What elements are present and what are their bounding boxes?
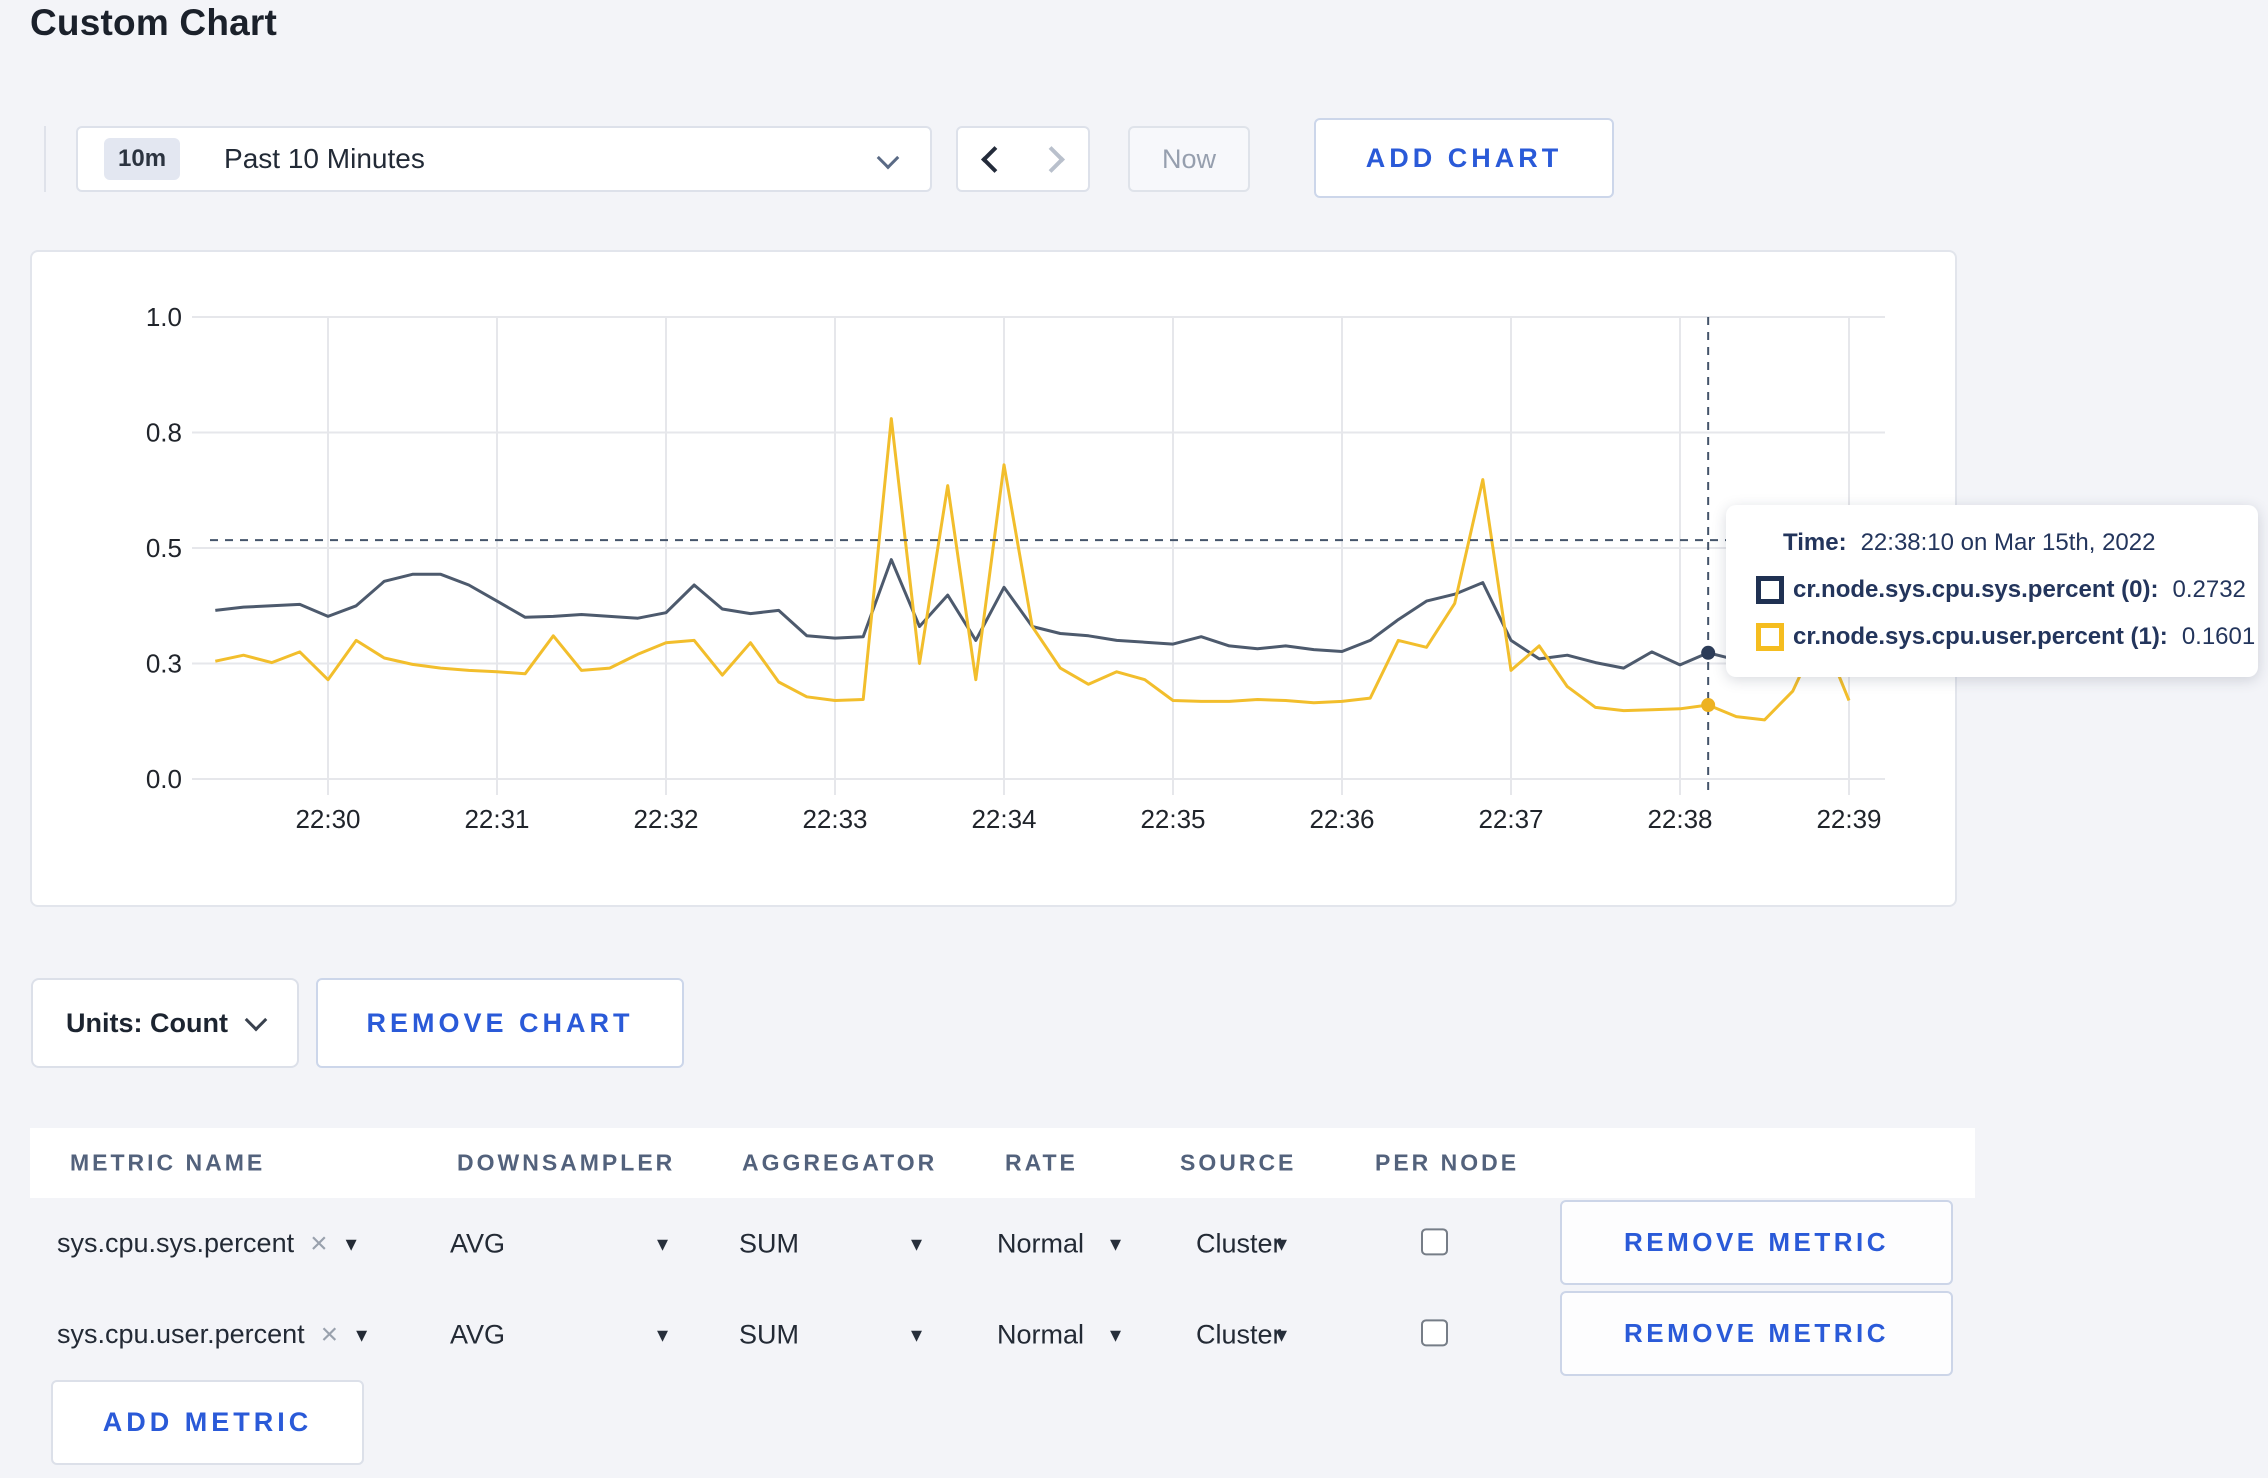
rate-select[interactable]: Normal — [997, 1228, 1084, 1259]
series-line — [214, 417, 1851, 722]
per-node-checkbox[interactable] — [1421, 1318, 1448, 1346]
x-axis-tick-label: 22:35 — [1140, 804, 1205, 834]
y-axis-tick-label: 0.8 — [146, 418, 182, 448]
x-axis-tick-label: 22:32 — [633, 804, 698, 834]
per-node-checkbox[interactable] — [1421, 1227, 1448, 1255]
column-header: DOWNSAMPLER — [457, 1149, 676, 1176]
timeseries-chart[interactable]: 0.0 0.3 0.5 0.8 1.0 22:30 22:31 22:32 22:33 22:34… — [32, 252, 1959, 909]
source-select[interactable]: Cluster — [1196, 1228, 1282, 1259]
time-back-button[interactable] — [956, 126, 1024, 192]
series-line — [215, 558, 1850, 670]
x-axis-tick-label: 22:38 — [1647, 804, 1712, 834]
tooltip-time-label: Time: — [1783, 528, 1847, 556]
units-select[interactable]: Units: Count — [31, 978, 299, 1068]
remove-metric-button[interactable]: REMOVE METRIC — [1560, 1291, 1953, 1376]
chevron-right-icon — [1037, 145, 1065, 173]
x-axis-tick-label: 22:31 — [464, 804, 529, 834]
x-axis-tick-label: 22:37 — [1478, 804, 1543, 834]
time-range-select[interactable]: 10m Past 10 Minutes — [76, 126, 932, 192]
x-axis-tick-label: 22:33 — [802, 804, 867, 834]
toolbar-divider — [44, 126, 46, 192]
rate-select[interactable]: Normal — [997, 1319, 1084, 1350]
column-header: AGGREGATOR — [742, 1149, 938, 1176]
clear-metric-icon[interactable]: × — [310, 1227, 328, 1261]
caret-down-icon: ▾ — [1110, 1321, 1122, 1347]
custom-chart-page: Custom Chart 10m Past 10 Minutes Now ADD… — [0, 0, 2268, 1478]
aggregator-select[interactable]: SUM — [739, 1228, 799, 1259]
caret-down-icon: ▾ — [1110, 1230, 1122, 1256]
tooltip-series-value: 0.2732 — [2172, 575, 2246, 603]
caret-down-icon: ▾ — [345, 1230, 357, 1256]
units-label: Units: Count — [66, 1007, 228, 1038]
hover-marker-dot — [1701, 645, 1716, 660]
chevron-down-icon — [876, 146, 900, 170]
hover-marker-dot — [1701, 698, 1716, 713]
column-header: RATE — [1005, 1149, 1078, 1176]
x-axis-tick-label: 22:39 — [1816, 804, 1881, 834]
remove-chart-button[interactable]: REMOVE CHART — [316, 978, 684, 1068]
caret-down-icon: ▾ — [1276, 1230, 1288, 1256]
caret-down-icon: ▾ — [657, 1321, 669, 1347]
page-title: Custom Chart — [30, 2, 278, 43]
tooltip-series-value: 0.1601 — [2181, 622, 2256, 650]
chevron-down-icon — [244, 1008, 268, 1032]
time-forward-button[interactable] — [1022, 126, 1090, 192]
caret-down-icon: ▾ — [657, 1230, 669, 1256]
x-axis-tick-label: 22:30 — [295, 804, 360, 834]
tooltip-time-value: 22:38:10 on Mar 15th, 2022 — [1860, 528, 2156, 556]
tooltip-series-label: cr.node.sys.cpu.user.percent (1): — [1793, 622, 2168, 650]
caret-down-icon: ▾ — [1276, 1321, 1288, 1347]
tooltip-series-label: cr.node.sys.cpu.sys.percent (0): — [1793, 575, 2159, 603]
caret-down-icon: ▾ — [356, 1321, 368, 1347]
time-range-badge: 10m — [104, 138, 181, 180]
now-button[interactable]: Now — [1128, 126, 1250, 192]
downsampler-select[interactable]: AVG — [450, 1228, 505, 1259]
column-header: METRIC NAME — [70, 1149, 266, 1176]
source-select[interactable]: Cluster — [1196, 1319, 1282, 1350]
add-metric-button[interactable]: ADD METRIC — [51, 1380, 364, 1465]
column-header: SOURCE — [1180, 1149, 1297, 1176]
metric-table-row: sys.cpu.user.percent × ▾ AVG ▾ SUM ▾ Normal ▾ Clu… — [30, 1289, 1975, 1380]
downsampler-select[interactable]: AVG — [450, 1319, 505, 1350]
tooltip-series-row: cr.node.sys.cpu.user.percent (1): 0.1601 — [1726, 613, 2258, 660]
series-swatch-icon — [1756, 622, 1784, 651]
chevron-left-icon — [980, 145, 1008, 173]
tooltip-time-row: Time: 22:38:10 on Mar 15th, 2022 — [1726, 519, 2258, 566]
metric-table-row: sys.cpu.sys.percent × ▾ AVG ▾ SUM ▾ Normal ▾ Clus… — [30, 1198, 1975, 1289]
y-axis-tick-label: 0.5 — [146, 533, 182, 563]
time-range-label: Past 10 Minutes — [224, 143, 425, 174]
x-axis-tick-label: 22:34 — [971, 804, 1036, 834]
chart-tooltip: Time: 22:38:10 on Mar 15th, 2022 cr.node… — [1726, 505, 2258, 677]
aggregator-select[interactable]: SUM — [739, 1319, 799, 1350]
y-axis-tick-label: 0.0 — [146, 764, 182, 794]
chart-card: 0.0 0.3 0.5 0.8 1.0 22:30 22:31 22:32 22:33 22:34… — [30, 250, 1957, 907]
tooltip-series-row: cr.node.sys.cpu.sys.percent (0): 0.2732 — [1726, 566, 2258, 613]
series-swatch-icon — [1756, 575, 1784, 604]
add-chart-button[interactable]: ADD CHART — [1314, 118, 1614, 198]
column-header: PER NODE — [1375, 1149, 1520, 1176]
x-axis-tick-label: 22:36 — [1309, 804, 1374, 834]
metric-name-value: sys.cpu.user.percent — [57, 1319, 305, 1349]
y-axis-tick-label: 0.3 — [146, 649, 182, 679]
y-axis-tick-label: 1.0 — [146, 302, 182, 332]
remove-metric-button[interactable]: REMOVE METRIC — [1560, 1200, 1953, 1285]
clear-metric-icon[interactable]: × — [321, 1318, 339, 1352]
metrics-table-header: METRIC NAME DOWNSAMPLER AGGREGATOR RATE SOUR… — [30, 1128, 1975, 1198]
caret-down-icon: ▾ — [911, 1230, 923, 1256]
caret-down-icon: ▾ — [911, 1321, 923, 1347]
metric-name-select[interactable]: sys.cpu.sys.percent × ▾ — [57, 1227, 357, 1261]
metric-name-value: sys.cpu.sys.percent — [57, 1228, 295, 1258]
metric-name-select[interactable]: sys.cpu.user.percent × ▾ — [57, 1318, 367, 1352]
